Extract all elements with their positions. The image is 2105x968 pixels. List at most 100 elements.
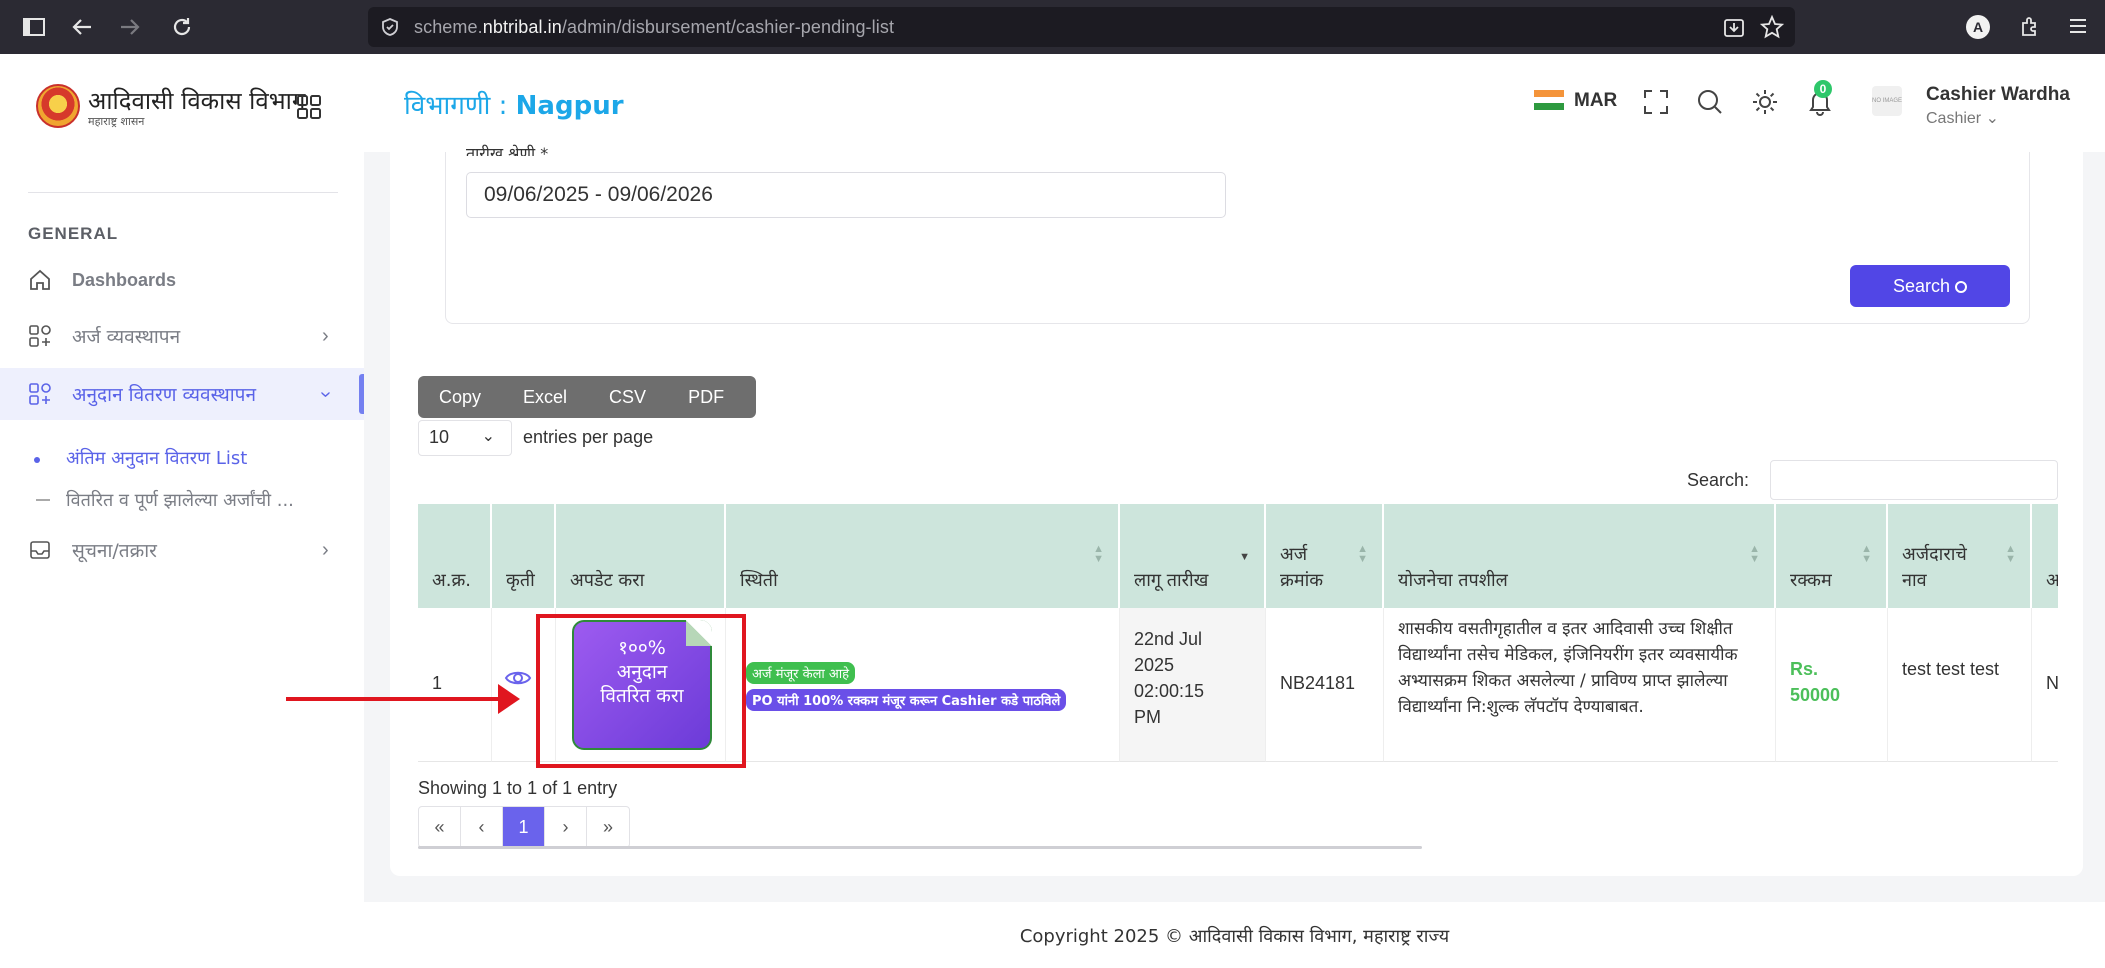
export-button-group: Copy Excel CSV PDF xyxy=(418,376,756,418)
home-icon xyxy=(28,268,52,292)
footer: Copyright 2025 © आदिवासी विकास विभाग, मह… xyxy=(364,902,2105,968)
copy-button[interactable]: Copy xyxy=(418,376,502,418)
horizontal-scrollbar[interactable] xyxy=(418,846,1422,849)
subitem-line-icon xyxy=(36,499,50,501)
sort-desc-icon: ▼ xyxy=(1239,551,1250,563)
column-header[interactable]: कृती xyxy=(492,504,556,608)
annotation-arrow-icon xyxy=(286,697,504,701)
sidebar-item-dashboards[interactable]: Dashboards xyxy=(0,254,364,306)
table-cell: 1 xyxy=(418,608,492,762)
sidebar-section-heading: GENERAL xyxy=(28,224,119,243)
notification-badge: 0 xyxy=(1814,80,1832,98)
entries-per-page-select[interactable]: 10 ⌄ xyxy=(418,420,512,456)
fullscreen-icon[interactable] xyxy=(1642,88,1670,116)
sidebar-subitem-completed-applications[interactable]: वितरित व पूर्ण झालेल्या अर्जांची ... xyxy=(66,488,294,512)
first-page-button[interactable]: « xyxy=(419,807,461,847)
table-cell: NB24181 xyxy=(1266,608,1384,762)
sidebar: आदिवासी विकास विभाग महाराष्ट्र शासन GENE… xyxy=(0,54,364,968)
shield-icon[interactable] xyxy=(380,17,400,42)
prev-page-button[interactable]: ‹ xyxy=(461,807,503,847)
table-cell: Rs. 50000 xyxy=(1776,608,1888,762)
search-icon[interactable] xyxy=(1696,88,1724,116)
page-title: विभागणी : Nagpur xyxy=(404,91,624,121)
apps-icon xyxy=(28,324,52,348)
user-role-dropdown[interactable]: Cashier ⌄ xyxy=(1926,108,1999,128)
next-page-button[interactable]: › xyxy=(545,807,587,847)
language-selector[interactable]: MAR xyxy=(1574,90,1617,112)
sort-icon: ▲ ▼ xyxy=(1861,543,1872,565)
entries-label: entries per page xyxy=(523,427,654,447)
table-cell: N xyxy=(2032,608,2058,762)
chevron-right-icon: › xyxy=(322,324,329,347)
column-header[interactable]: अ.क्र. xyxy=(418,504,492,608)
logo-emblem-icon xyxy=(36,84,80,128)
sidebar-item-grant-disbursement[interactable]: अनुदान वितरण व्यवस्थापन › xyxy=(0,368,364,420)
status-badge: अर्ज मंजूर केला आहे xyxy=(746,662,856,684)
grid-menu-icon[interactable] xyxy=(296,94,322,120)
sort-icon: ▲ ▼ xyxy=(1093,543,1104,565)
column-header[interactable]: अर्ज क्रमांक ▲ ▼ xyxy=(1266,504,1384,608)
table-search-label: Search: xyxy=(1687,470,1750,490)
forward-icon[interactable] xyxy=(118,15,142,39)
sidebar-divider xyxy=(28,192,338,193)
excel-button[interactable]: Excel xyxy=(502,376,588,418)
csv-button[interactable]: CSV xyxy=(588,376,667,418)
page-header: विभागणी : Nagpur MAR 0 NO IMAGE Cashier … xyxy=(364,54,2105,152)
inbox-icon xyxy=(28,538,52,562)
sidebar-toggle-icon[interactable] xyxy=(22,15,46,39)
sidebar-subitem-final-disbursement[interactable]: अंतिम अनुदान वितरण List xyxy=(66,446,247,470)
chevron-down-icon: › xyxy=(314,390,337,398)
account-icon[interactable]: A xyxy=(1966,15,1990,39)
column-header[interactable]: अ xyxy=(2032,504,2058,608)
menu-icon[interactable] xyxy=(2068,16,2088,41)
column-header[interactable]: अपडेट करा xyxy=(556,504,726,608)
page-1-button[interactable]: 1 xyxy=(503,807,545,847)
sidebar-item-label: Dashboards xyxy=(72,269,177,290)
column-header[interactable]: योजनेचा तपशील ▲ ▼ xyxy=(1384,504,1776,608)
reload-icon[interactable] xyxy=(170,15,194,39)
chevron-right-icon: › xyxy=(322,538,329,561)
logo-area[interactable]: आदिवासी विकास विभाग महाराष्ट्र शासन xyxy=(0,54,364,162)
search-button[interactable]: Search xyxy=(1850,265,2010,307)
column-header[interactable]: रक्कम ▲ ▼ xyxy=(1776,504,1888,608)
table-info: Showing 1 to 1 of 1 entry xyxy=(418,778,618,798)
table-cell: 22nd Jul 2025 02:00:15 PM xyxy=(1120,608,1266,762)
back-icon[interactable] xyxy=(70,15,94,39)
status-badge: PO यांनी 100% रक्कम मंजूर करून Cashier क… xyxy=(746,689,1067,711)
column-header[interactable]: स्थिती ▲ ▼ xyxy=(726,504,1120,608)
avatar[interactable]: NO IMAGE xyxy=(1872,86,1902,116)
sidebar-item-notices[interactable]: सूचना/तक्रार › xyxy=(0,524,364,576)
pagination: « ‹ 1 › » xyxy=(418,806,630,848)
annotation-arrowhead-icon xyxy=(498,684,520,714)
chevron-down-icon: ⌄ xyxy=(1985,110,1999,127)
table-search-input[interactable] xyxy=(1770,460,2058,500)
column-header[interactable]: लागू तारीख ▼ xyxy=(1120,504,1266,608)
last-page-button[interactable]: » xyxy=(587,807,629,847)
download-icon[interactable] xyxy=(1723,16,1745,43)
theme-toggle-icon[interactable] xyxy=(1751,88,1779,116)
annotation-highlight-box xyxy=(536,614,746,768)
india-flag-icon[interactable] xyxy=(1534,90,1564,110)
logo-title: आदिवासी विकास विभाग xyxy=(88,87,306,115)
sort-icon: ▲ ▼ xyxy=(1357,543,1368,565)
sidebar-item-label: सूचना/तक्रार xyxy=(72,540,157,562)
sidebar-item-label: अर्ज व्यवस्थापन xyxy=(72,326,181,348)
column-header[interactable]: अर्जदाराचे नाव ▲ ▼ xyxy=(1888,504,2032,608)
active-bullet-icon xyxy=(34,457,40,463)
url-text: scheme.nbtribal.in/admin/disbursement/ca… xyxy=(414,17,895,37)
apps-icon xyxy=(28,382,52,406)
user-name[interactable]: Cashier Wardha xyxy=(1926,84,2070,106)
bookmark-star-icon[interactable] xyxy=(1759,14,1785,44)
amount-value: Rs. 50000 xyxy=(1790,659,1841,705)
table-cell: शासकीय वसतीगृहातील व इतर आदिवासी उच्च शि… xyxy=(1384,608,1776,762)
sidebar-item-application-management[interactable]: अर्ज व्यवस्थापन › xyxy=(0,310,364,362)
pdf-button[interactable]: PDF xyxy=(667,376,745,418)
table-cell: test test test xyxy=(1888,608,2032,762)
logo-subtitle: महाराष्ट्र शासन xyxy=(88,115,145,128)
date-range-input[interactable]: 09/06/2025 - 09/06/2026 xyxy=(466,172,1226,218)
table-cell xyxy=(726,608,1120,762)
extensions-icon[interactable] xyxy=(2018,15,2042,44)
url-bar[interactable]: scheme.nbtribal.in/admin/disbursement/ca… xyxy=(368,7,1795,47)
sort-icon: ▲ ▼ xyxy=(2005,543,2016,565)
sidebar-item-label: अनुदान वितरण व्यवस्थापन xyxy=(72,384,257,406)
